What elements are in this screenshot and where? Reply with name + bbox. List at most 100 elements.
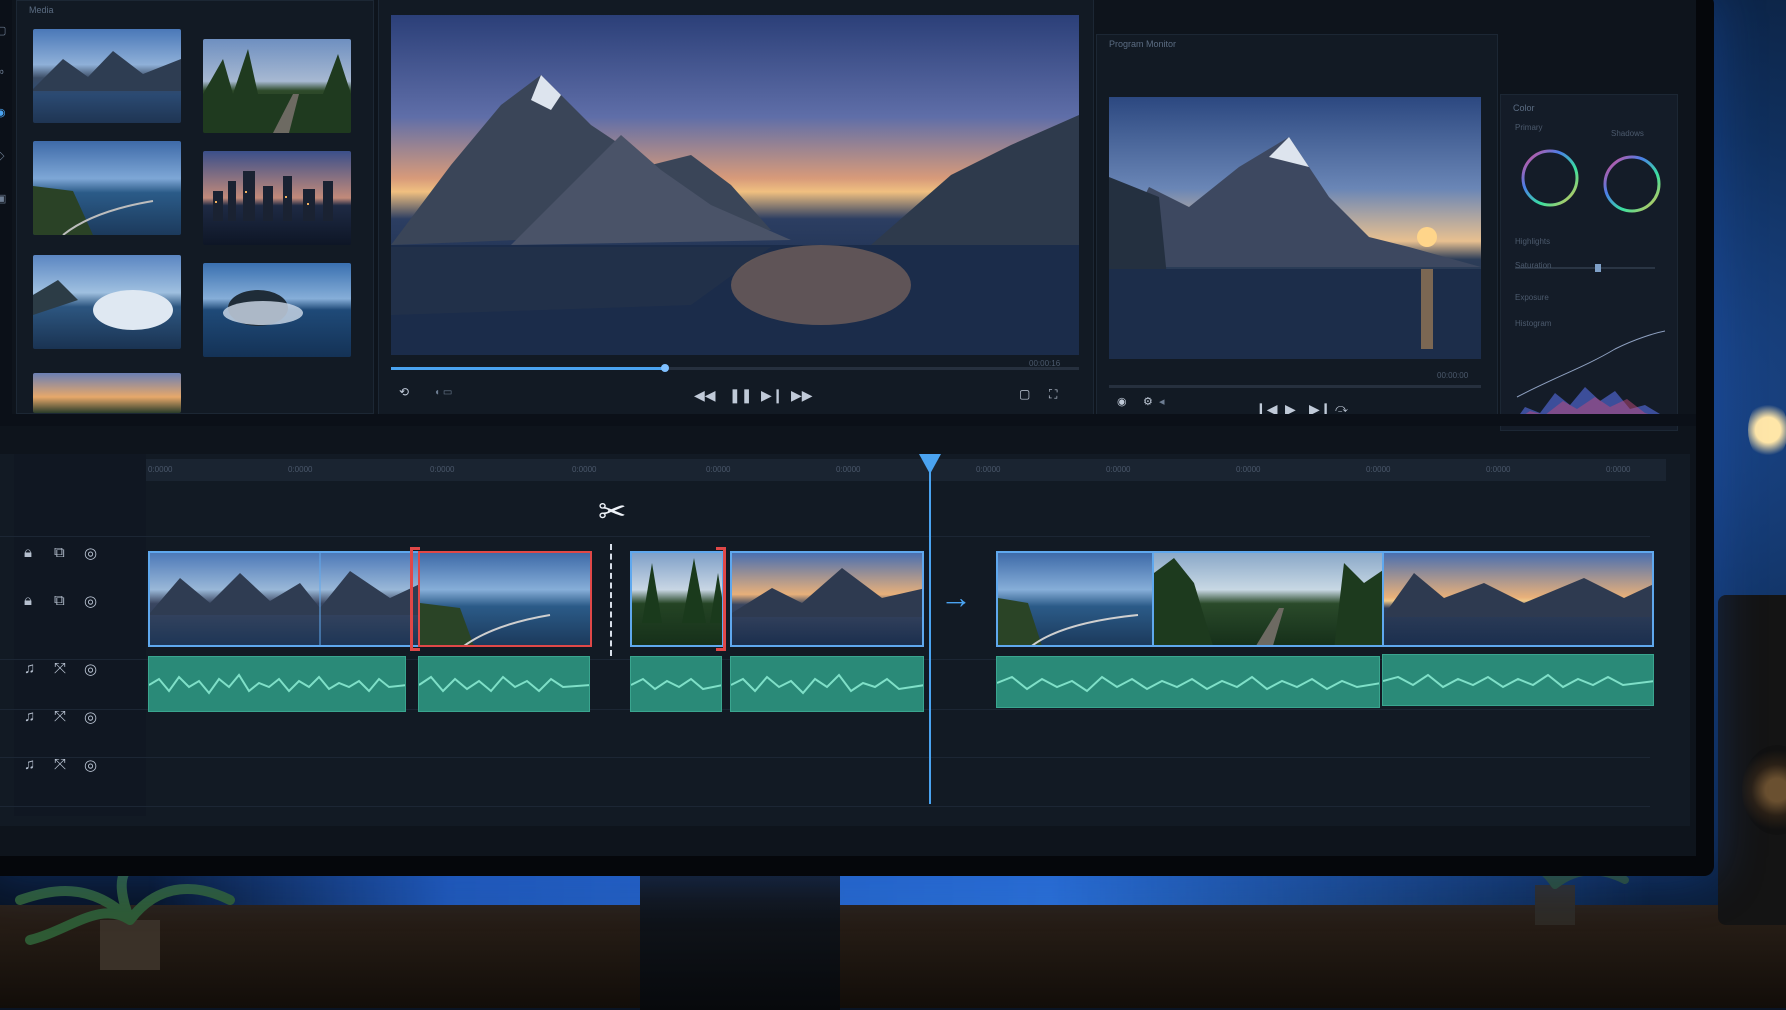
audio-1-mute-icon[interactable]: ⤧ bbox=[54, 660, 66, 677]
audio-clip[interactable] bbox=[148, 656, 406, 712]
audio-clip[interactable] bbox=[730, 656, 924, 712]
audio-waveform bbox=[1383, 673, 1653, 689]
clip-art bbox=[732, 568, 922, 617]
lift-wheel[interactable] bbox=[1519, 147, 1581, 209]
video-clip-forest-road[interactable] bbox=[1152, 551, 1384, 647]
thumbnail-coastal-highway[interactable] bbox=[33, 141, 181, 235]
loop-icon[interactable]: ⟲ bbox=[399, 385, 409, 399]
thumbnail-forest-road[interactable] bbox=[203, 39, 351, 133]
playhead-marker[interactable] bbox=[919, 454, 941, 476]
audio-clip[interactable] bbox=[1382, 654, 1654, 706]
audio-3-mute-icon[interactable]: ⤧ bbox=[54, 756, 66, 773]
thumbnail-mountain-lake-dusk[interactable] bbox=[33, 29, 181, 123]
audio-waveform bbox=[731, 673, 923, 695]
track-2-eye-icon[interactable]: ◎ bbox=[84, 592, 97, 610]
program-monitor-panel: Program Monitor 00:00:00 ◉ ⚙ ◂ ❙◀ ▶ ▶❙ ⤼ bbox=[1096, 34, 1498, 426]
ruler-tick: 0:0000 bbox=[572, 465, 597, 474]
trim-handle-left[interactable] bbox=[410, 547, 420, 651]
audio-clip[interactable] bbox=[418, 656, 590, 712]
audio-waveform bbox=[997, 675, 1379, 693]
program-video-frame bbox=[1109, 97, 1481, 359]
speaker bbox=[1718, 595, 1786, 925]
skip-end-icon[interactable]: ▶▶ bbox=[791, 387, 813, 404]
program-frame-art bbox=[1109, 137, 1481, 359]
track-separator bbox=[0, 806, 1650, 807]
video-clip-coastal-highway[interactable] bbox=[996, 551, 1154, 647]
track-2-film-icon[interactable]: ⧉ bbox=[54, 592, 65, 609]
ruler-tick: 0:0000 bbox=[836, 465, 861, 474]
source-scrub-bar[interactable] bbox=[391, 364, 1079, 372]
color-label-shadows: Shadows bbox=[1611, 129, 1644, 138]
saturation-slider-handle[interactable] bbox=[1595, 264, 1601, 272]
audio-3-music-icon[interactable]: ♫ bbox=[24, 756, 35, 773]
media-icon[interactable]: ▢ bbox=[0, 24, 6, 37]
speaker-cone bbox=[1742, 745, 1786, 835]
track-1-eye-icon[interactable]: ◎ bbox=[84, 544, 97, 562]
track-1-lock-icon[interactable]: 🔒︎ bbox=[24, 544, 32, 561]
gain-wheel[interactable] bbox=[1601, 153, 1663, 215]
color-panel-title: Color bbox=[1513, 103, 1535, 113]
ruler-tick: 0:0000 bbox=[1236, 465, 1261, 474]
source-scrub-handle[interactable] bbox=[661, 364, 669, 372]
ruler-tick: 0:0000 bbox=[288, 465, 313, 474]
safe-margins-icon[interactable]: ▢ bbox=[1019, 387, 1030, 401]
video-clip-mountain-sunset[interactable] bbox=[730, 551, 924, 647]
video-clip-forest-edge[interactable] bbox=[630, 551, 724, 647]
track-1-film-icon[interactable]: ⧉ bbox=[54, 544, 65, 561]
camera-icon[interactable]: ◉ bbox=[1117, 395, 1127, 408]
audio-waveform bbox=[419, 675, 589, 693]
ruler-tick: 0:0000 bbox=[1366, 465, 1391, 474]
link-icon[interactable]: ∞ bbox=[0, 66, 4, 78]
ruler-tick: 0:0000 bbox=[976, 465, 1001, 474]
clip-art bbox=[998, 598, 1139, 645]
mark-icon[interactable]: ◖ ▭ bbox=[434, 387, 452, 398]
panel-divider bbox=[0, 414, 1696, 426]
ruler-tick: 0:0000 bbox=[1606, 465, 1631, 474]
trim-handle-right[interactable] bbox=[716, 547, 726, 651]
thumbnail-art bbox=[213, 171, 333, 221]
video-editor-screen: ▢ ∞ ◉ ◇ ▣ Media bbox=[0, 0, 1696, 856]
source-scrub-fill bbox=[391, 367, 666, 370]
thumbnail-art bbox=[223, 290, 303, 326]
color-label-saturation: Saturation bbox=[1515, 261, 1552, 270]
thumbnail-crashing-wave[interactable] bbox=[33, 255, 181, 349]
audio-clip[interactable] bbox=[630, 656, 722, 712]
audio-waveform bbox=[149, 673, 405, 695]
step-back-icon[interactable]: ◀◀ bbox=[694, 387, 716, 404]
audio-2-music-icon[interactable]: ♫ bbox=[24, 708, 35, 725]
thumbnail-ocean-wave[interactable] bbox=[203, 263, 351, 357]
audio-2-solo-icon[interactable]: ◎ bbox=[84, 708, 97, 726]
program-monitor-title: Program Monitor bbox=[1109, 39, 1177, 49]
audio-1-music-icon[interactable]: ♫ bbox=[24, 660, 35, 677]
effects-icon[interactable]: ◇ bbox=[0, 149, 4, 162]
ruler-tick: 0:0000 bbox=[148, 465, 173, 474]
thumbnail-sunset-forest[interactable] bbox=[33, 373, 181, 413]
thumbnail-art bbox=[33, 186, 154, 235]
pause-icon[interactable]: ❚❚ bbox=[729, 387, 752, 404]
color-label-highlights: Highlights bbox=[1515, 237, 1551, 246]
export-icon[interactable]: ▣ bbox=[0, 192, 6, 205]
audio-waveform bbox=[631, 677, 721, 691]
video-clip-mountain-sunrise[interactable] bbox=[1382, 551, 1654, 647]
audio-2-mute-icon[interactable]: ⤧ bbox=[54, 708, 66, 725]
ruler-tick: 0:0000 bbox=[430, 465, 455, 474]
tool-strip: ▢ ∞ ◉ ◇ ▣ bbox=[0, 0, 12, 414]
video-clip-coastal-road[interactable] bbox=[418, 551, 592, 647]
timeline-ruler[interactable]: 0:0000 0:0000 0:0000 0:0000 0:0000 0:000… bbox=[146, 459, 1666, 481]
fullscreen-icon[interactable]: ⛶ bbox=[1049, 387, 1057, 402]
settings-icon[interactable]: ⚙ bbox=[1143, 395, 1153, 408]
audio-3-solo-icon[interactable]: ◎ bbox=[84, 756, 97, 774]
playhead-line[interactable] bbox=[929, 456, 931, 804]
clip-art bbox=[150, 553, 418, 645]
track-2-lock-icon[interactable]: 🔒︎ bbox=[24, 592, 32, 609]
video-clip-mountain-lake[interactable] bbox=[148, 551, 420, 647]
audio-icon[interactable]: ◂ bbox=[1159, 395, 1165, 408]
thumbnail-city-skyline-night[interactable] bbox=[203, 151, 351, 245]
audio-clip[interactable] bbox=[996, 656, 1380, 708]
clip-art bbox=[642, 558, 722, 623]
step-forward-icon[interactable]: ▶❙ bbox=[761, 387, 784, 404]
color-icon[interactable]: ◉ bbox=[0, 106, 6, 119]
audio-1-solo-icon[interactable]: ◎ bbox=[84, 660, 97, 678]
program-scrub-bar[interactable] bbox=[1109, 385, 1481, 388]
razor-tool-icon[interactable]: ✂ bbox=[598, 492, 627, 532]
